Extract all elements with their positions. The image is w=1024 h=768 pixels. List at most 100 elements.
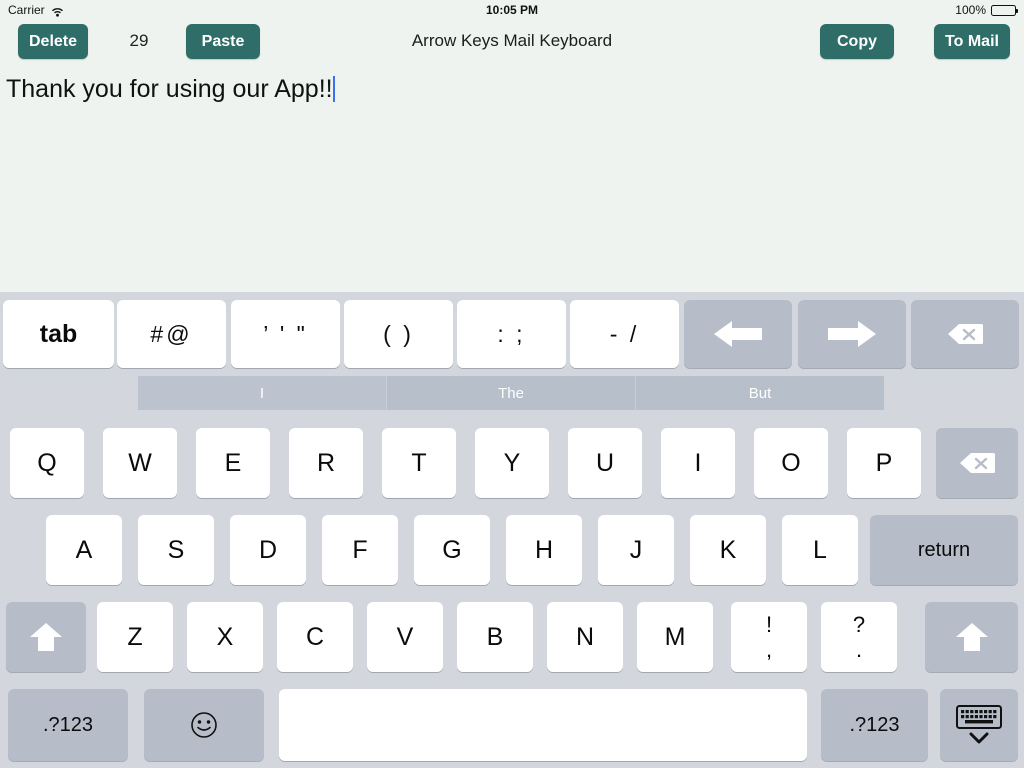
key-label: B xyxy=(486,622,504,651)
key-hash-at[interactable]: #@ xyxy=(117,300,226,368)
key-label: L xyxy=(813,535,827,564)
key-quotes[interactable]: ’ ' " xyxy=(231,300,340,368)
key-space[interactable] xyxy=(279,689,807,761)
copy-button[interactable]: Copy xyxy=(820,24,894,59)
key-return[interactable]: return xyxy=(870,515,1018,585)
hide-keyboard-icon xyxy=(951,703,1007,747)
key-shift-left[interactable] xyxy=(6,602,86,672)
key-label: O xyxy=(781,448,801,477)
backspace-icon xyxy=(959,451,995,475)
battery-full-icon xyxy=(991,4,1018,16)
key-backspace[interactable] xyxy=(936,428,1018,498)
key-label-lower: . xyxy=(855,636,863,662)
key-label: ’ ' " xyxy=(263,320,308,347)
key-c[interactable]: C xyxy=(277,602,353,672)
app-root: Carrier 10:05 PM 100% Delete 29 Paste Ar… xyxy=(0,0,1024,768)
text-caret xyxy=(332,76,335,102)
key-q[interactable]: Q xyxy=(10,428,84,498)
key-i[interactable]: I xyxy=(661,428,735,498)
toolbar: Delete 29 Paste Arrow Keys Mail Keyboard… xyxy=(0,24,1024,60)
to-mail-button[interactable]: To Mail xyxy=(934,24,1010,59)
onscreen-keyboard: tab #@ ’ ' " ( ) : ; - / I The But Q W E R T Y U I O P A… xyxy=(0,292,1024,768)
key-label: .?123 xyxy=(42,713,94,736)
shift-arrow-up-icon xyxy=(953,620,991,654)
key-l[interactable]: L xyxy=(782,515,858,585)
suggestion-label: I xyxy=(259,384,265,402)
key-f[interactable]: F xyxy=(322,515,398,585)
key-j[interactable]: J xyxy=(598,515,674,585)
key-label: Q xyxy=(37,448,57,477)
key-label: F xyxy=(352,535,368,564)
key-label: #@ xyxy=(150,320,193,347)
key-numeric-left[interactable]: .?123 xyxy=(8,689,128,761)
key-label: W xyxy=(128,448,152,477)
key-k[interactable]: K xyxy=(690,515,766,585)
key-z[interactable]: Z xyxy=(97,602,173,672)
key-x[interactable]: X xyxy=(187,602,263,672)
text-editor[interactable]: Thank you for using our App!! xyxy=(0,70,1024,290)
key-v[interactable]: V xyxy=(367,602,443,672)
key-arrow-left[interactable] xyxy=(684,300,792,368)
suggestion-item[interactable]: I xyxy=(138,376,386,410)
key-label-upper: ! xyxy=(765,611,773,637)
key-label: T xyxy=(411,448,427,477)
key-label: tab xyxy=(39,319,78,348)
suggestion-item[interactable]: The xyxy=(386,376,635,410)
key-label: K xyxy=(719,535,737,564)
key-label: M xyxy=(664,622,686,651)
editor-text: Thank you for using our App!! xyxy=(6,75,333,103)
key-label: Y xyxy=(503,448,521,477)
key-w[interactable]: W xyxy=(103,428,177,498)
key-t[interactable]: T xyxy=(382,428,456,498)
suggestion-item[interactable]: But xyxy=(635,376,884,410)
key-label: - / xyxy=(609,320,640,347)
key-m[interactable]: M xyxy=(637,602,713,672)
key-hide-keyboard[interactable] xyxy=(940,689,1018,761)
key-label: .?123 xyxy=(849,713,900,736)
key-label: H xyxy=(534,535,554,564)
key-emoji[interactable] xyxy=(144,689,264,761)
key-label: C xyxy=(305,622,325,651)
suggestion-label: But xyxy=(748,384,772,402)
key-a[interactable]: A xyxy=(46,515,122,585)
key-colon-semicolon[interactable]: : ; xyxy=(457,300,566,368)
key-backspace-top[interactable] xyxy=(911,300,1019,368)
key-question-period[interactable]: ?. xyxy=(821,602,897,672)
suggestion-bar: I The But xyxy=(138,376,884,410)
key-parentheses[interactable]: ( ) xyxy=(344,300,453,368)
key-label: D xyxy=(258,535,278,564)
status-bar: Carrier 10:05 PM 100% xyxy=(0,0,1024,20)
key-exclamation-comma[interactable]: !, xyxy=(731,602,807,672)
key-dash-slash[interactable]: - / xyxy=(570,300,679,368)
key-tab[interactable]: tab xyxy=(3,300,114,368)
key-s[interactable]: S xyxy=(138,515,214,585)
key-label: ( ) xyxy=(383,320,414,347)
key-label: N xyxy=(575,622,595,651)
editor-text-line: Thank you for using our App!! xyxy=(6,72,335,106)
emoji-smiley-icon xyxy=(190,711,218,739)
key-g[interactable]: G xyxy=(414,515,490,585)
key-y[interactable]: Y xyxy=(475,428,549,498)
key-u[interactable]: U xyxy=(568,428,642,498)
key-label: : ; xyxy=(497,320,526,347)
suggestion-label: The xyxy=(498,384,524,402)
key-shift-right[interactable] xyxy=(925,602,1018,672)
key-b[interactable]: B xyxy=(457,602,533,672)
key-arrow-right[interactable] xyxy=(798,300,906,368)
key-r[interactable]: R xyxy=(289,428,363,498)
key-label: S xyxy=(167,535,185,564)
key-n[interactable]: N xyxy=(547,602,623,672)
arrow-left-icon xyxy=(710,317,766,351)
key-numeric-right[interactable]: .?123 xyxy=(821,689,928,761)
key-label: G xyxy=(442,535,462,564)
key-p[interactable]: P xyxy=(847,428,921,498)
key-h[interactable]: H xyxy=(506,515,582,585)
key-label: I xyxy=(694,448,702,477)
key-o[interactable]: O xyxy=(754,428,828,498)
key-e[interactable]: E xyxy=(196,428,270,498)
status-bar-right: 100% xyxy=(955,3,1018,17)
key-d[interactable]: D xyxy=(230,515,306,585)
key-label: V xyxy=(396,622,414,651)
shift-arrow-up-icon xyxy=(27,620,65,654)
arrow-right-icon xyxy=(824,317,880,351)
